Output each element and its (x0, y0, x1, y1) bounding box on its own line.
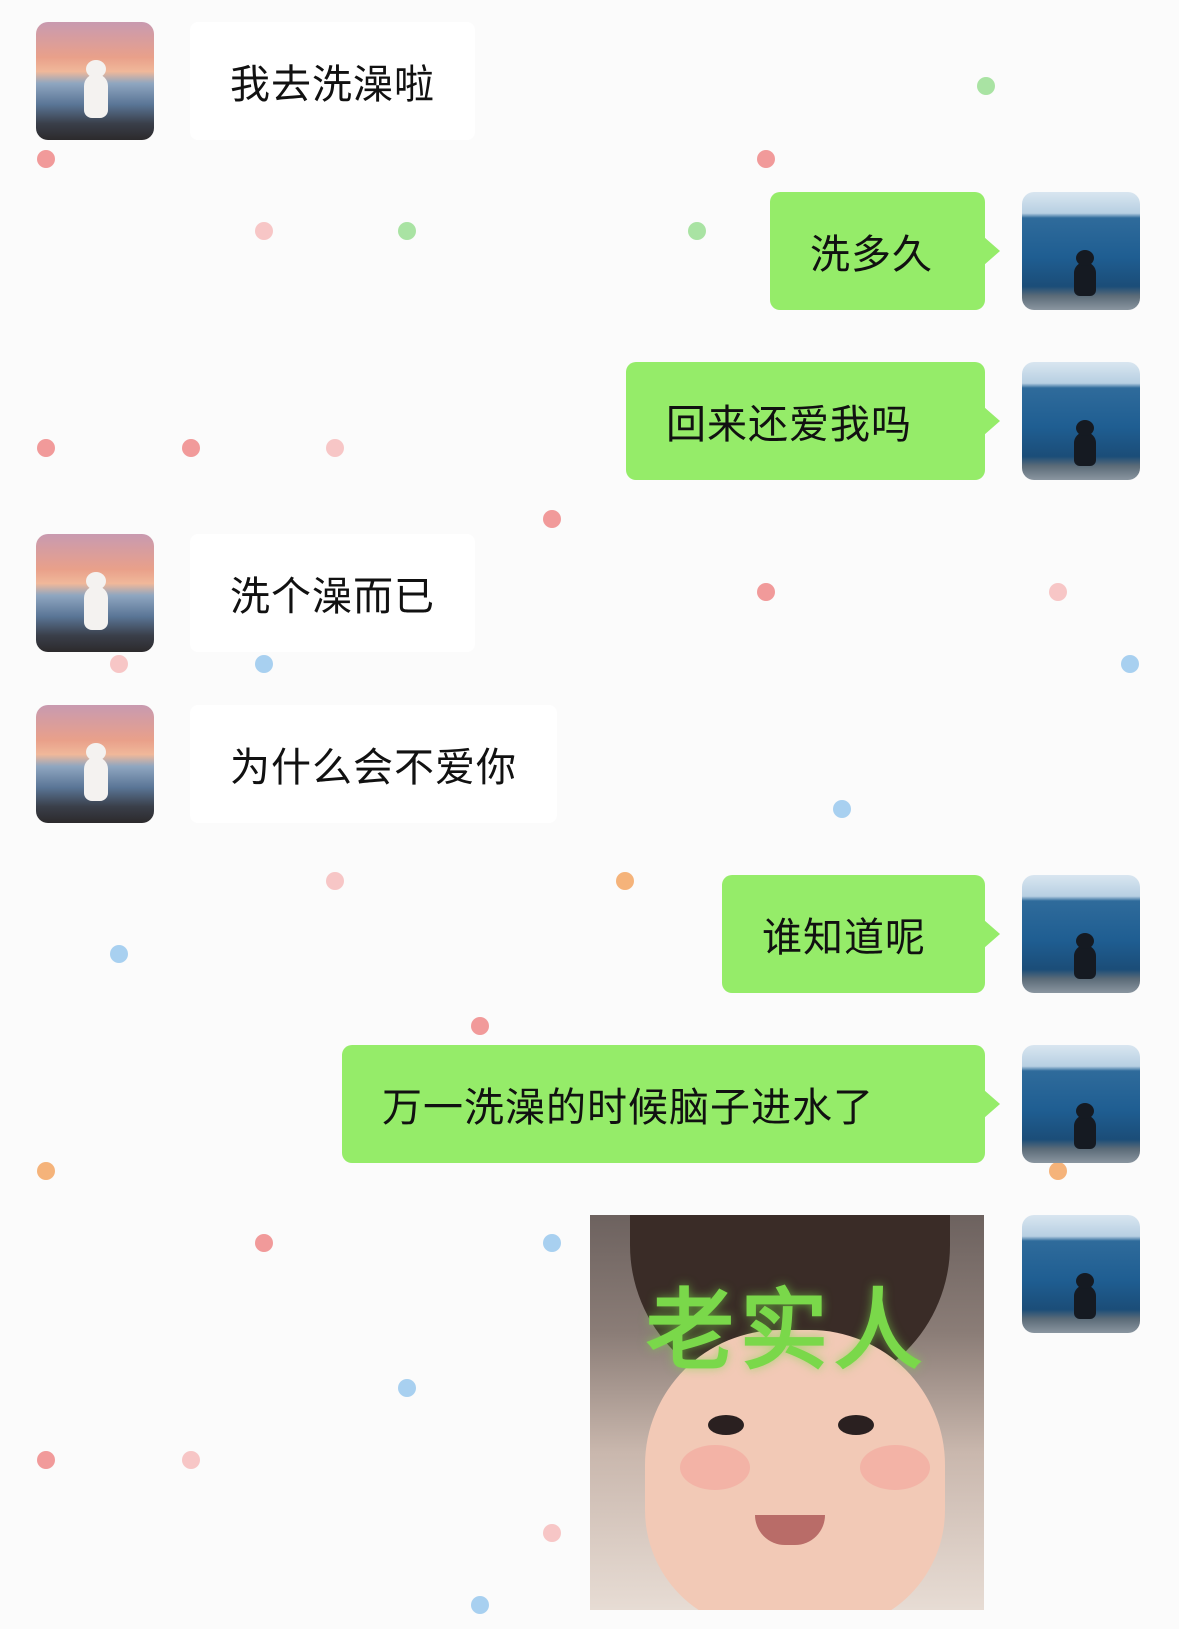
ocean-cat-avatar[interactable] (1022, 1045, 1140, 1163)
decor-dot (326, 872, 344, 890)
decor-dot (543, 1524, 561, 1542)
decor-dot (688, 222, 706, 240)
decor-dot (37, 1451, 55, 1469)
message-text: 万一洗澡的时候脑子进水了 (382, 1085, 874, 1131)
sticker-eye (708, 1415, 744, 1435)
decor-dot (757, 150, 775, 168)
black-cat-icon (1074, 1103, 1096, 1149)
decor-dot (398, 1379, 416, 1397)
received-bubble[interactable]: 我去洗澡啦 (190, 22, 475, 140)
sticker-cheek (860, 1445, 930, 1490)
decor-dot (37, 1162, 55, 1180)
sent-bubble[interactable]: 洗多久 (770, 192, 1000, 310)
message-text: 我去洗澡啦 (230, 62, 435, 108)
white-cat-icon (84, 743, 108, 801)
baby-sticker-image[interactable]: 老实人 (590, 1215, 984, 1610)
decor-dot (1049, 1162, 1067, 1180)
decor-dot (110, 655, 128, 673)
white-cat-icon (84, 572, 108, 630)
white-cat-icon (84, 60, 108, 118)
ocean-cat-avatar[interactable] (1022, 362, 1140, 480)
ocean-cat-avatar[interactable] (1022, 192, 1140, 310)
message-text: 洗多久 (810, 232, 933, 278)
message-text: 为什么会不爱你 (230, 745, 517, 791)
decor-dot (326, 439, 344, 457)
sent-bubble[interactable]: 万一洗澡的时候脑子进水了 (342, 1045, 1000, 1163)
sticker-caption: 老实人 (645, 1279, 928, 1382)
received-bubble[interactable]: 洗个澡而已 (190, 534, 475, 652)
decor-dot (255, 222, 273, 240)
received-bubble[interactable]: 为什么会不爱你 (190, 705, 557, 823)
decor-dot (1049, 583, 1067, 601)
ocean-cat-avatar[interactable] (1022, 875, 1140, 993)
decor-dot (110, 945, 128, 963)
decor-dot (37, 439, 55, 457)
decor-dot (977, 77, 995, 95)
decor-dot (1121, 655, 1139, 673)
decor-dot (182, 1451, 200, 1469)
message-text: 洗个澡而已 (230, 574, 435, 620)
ocean-cat-avatar[interactable] (1022, 1215, 1140, 1333)
black-cat-icon (1074, 933, 1096, 979)
black-cat-icon (1074, 250, 1096, 296)
sunset-cat-avatar[interactable] (36, 534, 154, 652)
decor-dot (543, 1234, 561, 1252)
decor-dot (543, 510, 561, 528)
sticker-cheek (680, 1445, 750, 1490)
decor-dot (757, 583, 775, 601)
decor-dot (616, 872, 634, 890)
decor-dot (471, 1017, 489, 1035)
message-text: 回来还爱我吗 (666, 402, 912, 448)
black-cat-icon (1074, 420, 1096, 466)
sent-bubble[interactable]: 回来还爱我吗 (626, 362, 1000, 480)
decor-dot (255, 655, 273, 673)
sent-bubble[interactable]: 谁知道呢 (722, 875, 1000, 993)
sunset-cat-avatar[interactable] (36, 705, 154, 823)
decor-dot (471, 1596, 489, 1614)
decor-dot (255, 1234, 273, 1252)
decor-dot (37, 150, 55, 168)
sunset-cat-avatar[interactable] (36, 22, 154, 140)
decor-dot (833, 800, 851, 818)
black-cat-icon (1074, 1273, 1096, 1319)
decor-dot (182, 439, 200, 457)
sticker-eye (838, 1415, 874, 1435)
message-text: 谁知道呢 (762, 915, 926, 961)
decor-dot (398, 222, 416, 240)
